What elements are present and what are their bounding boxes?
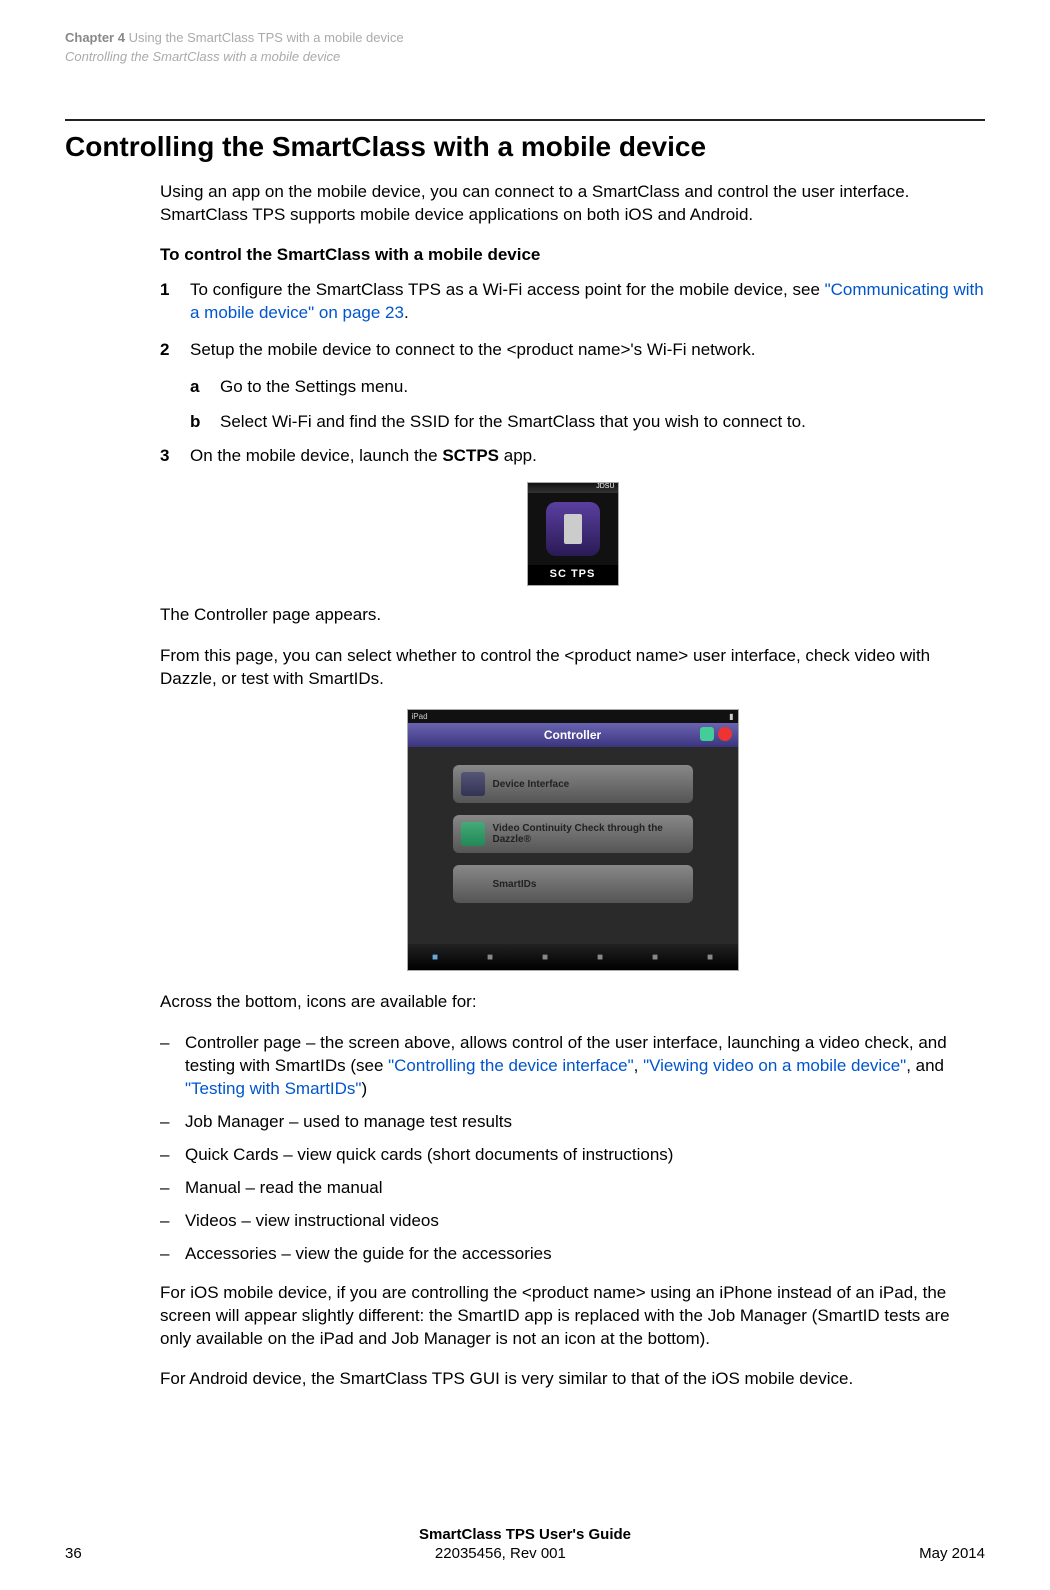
dash: – — [160, 1032, 185, 1101]
page-number: 36 — [65, 1545, 82, 1562]
check-icon — [461, 822, 485, 846]
tab-quick-cards-icon — [542, 952, 548, 963]
step-text: Setup the mobile device to connect to th… — [190, 339, 985, 362]
button-label: SmartIDs — [493, 879, 537, 890]
footer-title: SmartClass TPS User's Guide — [65, 1526, 985, 1543]
app-icon-body — [528, 493, 618, 565]
bullet-controller-page: – Controller page – the screen above, al… — [160, 1032, 985, 1101]
page-footer: SmartClass TPS User's Guide 36 22035456,… — [65, 1526, 985, 1562]
document-id: 22035456, Rev 001 — [435, 1545, 566, 1562]
step-3: 3 On the mobile device, launch the SCTPS… — [160, 445, 985, 468]
ipad-status-bar: iPad ▮ — [408, 710, 738, 723]
device-silhouette-icon — [564, 514, 582, 544]
bullet-text: Controller page – the screen above, allo… — [185, 1032, 985, 1101]
step-number: 1 — [160, 279, 190, 325]
step-2: 2 Setup the mobile device to connect to … — [160, 339, 985, 362]
bullet-manual: – Manual – read the manual — [160, 1177, 985, 1200]
cross-reference-link[interactable]: "Controlling the device interface" — [388, 1056, 633, 1075]
spacer-icon — [461, 872, 485, 896]
procedure-heading: To control the SmartClass with a mobile … — [160, 245, 985, 265]
bullet-quick-cards: – Quick Cards – view quick cards (short … — [160, 1144, 985, 1167]
refresh-icon — [700, 727, 714, 741]
bullet-accessories: – Accessories – view the guide for the a… — [160, 1243, 985, 1266]
footer-date: May 2014 — [919, 1545, 985, 1562]
bullet-text: Videos – view instructional videos — [185, 1210, 985, 1233]
text-fragment: ) — [361, 1079, 367, 1098]
running-header-section: Controlling the SmartClass with a mobile… — [65, 49, 985, 64]
paragraph: From this page, you can select whether t… — [160, 645, 985, 691]
tab-manual-icon — [597, 952, 603, 963]
tab-job-manager-icon — [487, 952, 493, 963]
bullet-text: Manual – read the manual — [185, 1177, 985, 1200]
bullet-text: Quick Cards – view quick cards (short do… — [185, 1144, 985, 1167]
text-fragment: , and — [906, 1056, 944, 1075]
step-number: 3 — [160, 445, 190, 468]
page: Chapter 4 Using the SmartClass TPS with … — [0, 0, 1050, 1590]
tab-controller-icon — [432, 952, 438, 963]
chapter-title: Using the SmartClass TPS with a mobile d… — [129, 30, 404, 45]
tab-videos-icon — [652, 952, 658, 963]
substep-text: Go to the Settings menu. — [220, 376, 985, 399]
paragraph: For Android device, the SmartClass TPS G… — [160, 1368, 985, 1391]
controller-body: Device Interface Video Continuity Check … — [408, 747, 738, 944]
text-fragment: . — [404, 303, 409, 322]
bottom-tab-bar — [408, 944, 738, 970]
step-2a: a Go to the Settings menu. — [190, 376, 985, 399]
text-fragment: On the mobile device, launch the — [190, 446, 442, 465]
dash: – — [160, 1144, 185, 1167]
body-content: Using an app on the mobile device, you c… — [160, 181, 985, 1392]
paragraph: The Controller page appears. — [160, 604, 985, 627]
step-text: To configure the SmartClass TPS as a Wi-… — [190, 279, 985, 325]
running-header-chapter: Chapter 4 Using the SmartClass TPS with … — [65, 30, 985, 47]
sctps-app-icon-figure: JDSU SC TPS — [527, 482, 619, 586]
bullet-text: Accessories – view the guide for the acc… — [185, 1243, 985, 1266]
controller-title: Controller — [544, 728, 601, 742]
text-fragment: app. — [499, 446, 537, 465]
status-device-label: iPad — [412, 712, 428, 721]
step-number: 2 — [160, 339, 190, 362]
app-icon-label: SC TPS — [528, 565, 618, 585]
footer-line: 36 22035456, Rev 001 May 2014 — [65, 1545, 985, 1562]
text-fragment: To configure the SmartClass TPS as a Wi-… — [190, 280, 825, 299]
page-heading: Controlling the SmartClass with a mobile… — [65, 131, 985, 163]
step-2b: b Select Wi-Fi and find the SSID for the… — [190, 411, 985, 434]
device-interface-button: Device Interface — [453, 765, 693, 803]
cross-reference-link[interactable]: "Testing with SmartIDs" — [185, 1079, 361, 1098]
step-1: 1 To configure the SmartClass TPS as a W… — [160, 279, 985, 325]
cross-reference-link[interactable]: "Viewing video on a mobile device" — [643, 1056, 906, 1075]
substep-letter: a — [190, 376, 220, 399]
step-text: On the mobile device, launch the SCTPS a… — [190, 445, 985, 468]
button-label: Video Continuity Check through the Dazzl… — [493, 823, 685, 845]
intro-paragraph: Using an app on the mobile device, you c… — [160, 181, 985, 227]
app-icon-tile — [546, 502, 600, 556]
app-icon-brand: JDSU — [528, 483, 618, 493]
bullet-job-manager: – Job Manager – used to manage test resu… — [160, 1111, 985, 1134]
connection-status-icon — [718, 727, 732, 741]
dash: – — [160, 1111, 185, 1134]
app-name: SCTPS — [442, 446, 499, 465]
dash: – — [160, 1210, 185, 1233]
horizontal-rule — [65, 119, 985, 121]
status-right-icons: ▮ — [729, 712, 733, 721]
dash: – — [160, 1177, 185, 1200]
substep-text: Select Wi-Fi and find the SSID for the S… — [220, 411, 985, 434]
chapter-prefix: Chapter 4 — [65, 30, 125, 45]
paragraph: Across the bottom, icons are available f… — [160, 991, 985, 1014]
tab-accessories-icon — [707, 952, 713, 963]
paragraph: For iOS mobile device, if you are contro… — [160, 1282, 985, 1351]
video-continuity-button: Video Continuity Check through the Dazzl… — [453, 815, 693, 853]
bullet-text: Job Manager – used to manage test result… — [185, 1111, 985, 1134]
text-fragment: , — [634, 1056, 643, 1075]
bullet-videos: – Videos – view instructional videos — [160, 1210, 985, 1233]
substep-letter: b — [190, 411, 220, 434]
controller-screenshot: iPad ▮ Controller Device Interface Video… — [407, 709, 739, 971]
controller-title-bar: Controller — [408, 723, 738, 747]
device-icon — [461, 772, 485, 796]
smartids-button: SmartIDs — [453, 865, 693, 903]
dash: – — [160, 1243, 185, 1266]
button-label: Device Interface — [493, 779, 570, 790]
